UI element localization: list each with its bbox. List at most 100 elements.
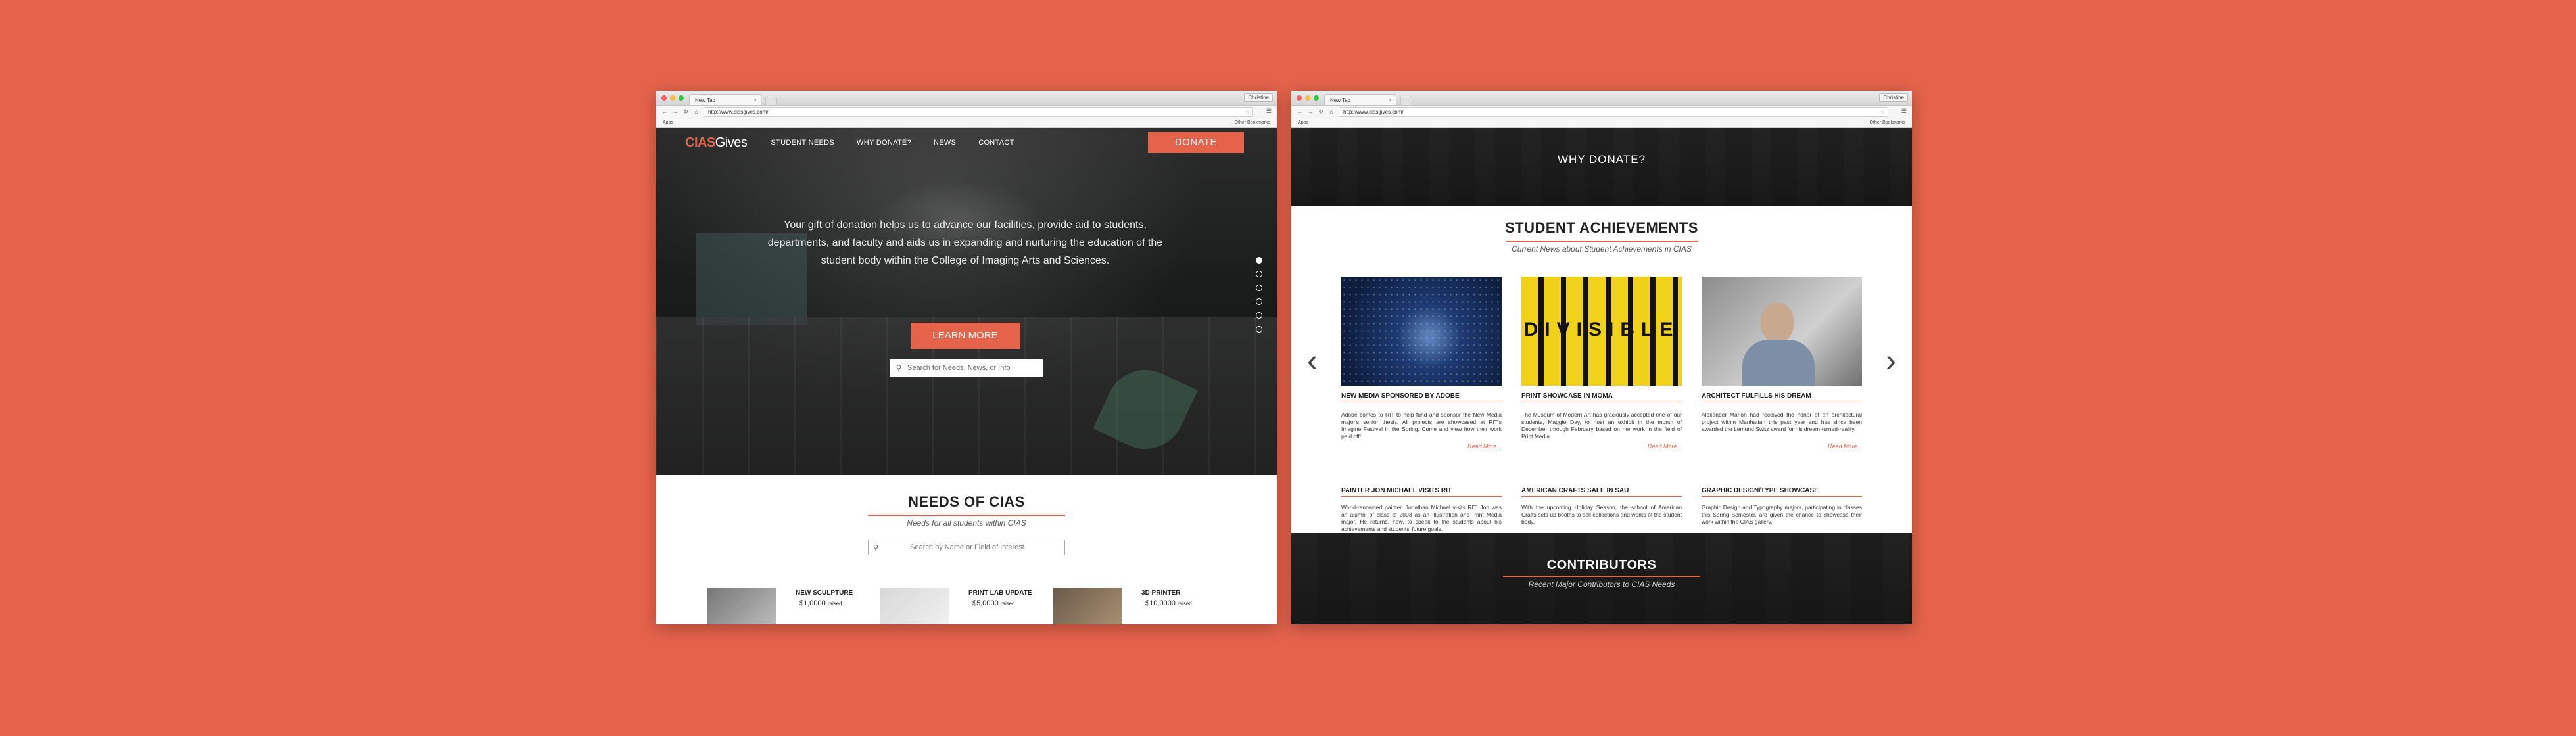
new-tab-button[interactable] [765, 97, 777, 106]
hero-search-input[interactable]: ⚲ Search for Needs, News, or Info [890, 359, 1043, 377]
maximize-window-button[interactable] [1314, 95, 1319, 101]
slide-dot[interactable] [1256, 257, 1262, 264]
need-amount-unit: raised [1000, 601, 1015, 607]
slide-dot[interactable] [1256, 285, 1262, 291]
card-body: With the upcoming Holiday Season, the sc… [1521, 504, 1682, 525]
nav-links: STUDENT NEEDS WHY DONATE? NEWS CONTACT [771, 139, 1014, 147]
portrait-body [1742, 340, 1815, 386]
card-body: World-renowned painter, Jonathan Michael… [1341, 504, 1502, 532]
tab-close-icon[interactable]: × [1389, 95, 1392, 106]
close-window-button[interactable] [661, 95, 667, 101]
why-donate-title: WHY DONATE? [1557, 153, 1646, 166]
hero-section: CIASGives STUDENT NEEDS WHY DONATE? NEWS… [656, 128, 1277, 475]
needs-subtitle: Needs for all students within CIAS [907, 518, 1026, 528]
browser-tab-title: New Tab [695, 97, 715, 103]
profile-button[interactable]: Christine [1879, 93, 1908, 102]
need-amount: $1,0000 raised [796, 599, 853, 607]
read-more-link[interactable]: Read More... [1702, 443, 1862, 449]
need-item[interactable]: 3D PRINTER $10,0000 raised [1053, 588, 1226, 624]
need-thumbnail [880, 588, 949, 624]
minimize-window-button[interactable] [670, 95, 675, 101]
card-title: AMERICAN CRAFTS SALE IN SAU [1521, 487, 1629, 494]
tab-close-icon[interactable]: × [753, 95, 757, 106]
slide-dot[interactable] [1256, 326, 1262, 333]
site-logo[interactable]: CIASGives [685, 135, 748, 150]
title-underline [1506, 241, 1698, 242]
close-window-button[interactable] [1297, 95, 1302, 101]
browser-tabbar: New Tab × Christine [656, 91, 1277, 106]
carousel-prev-arrow-icon[interactable]: ‹ [1307, 343, 1318, 379]
achievement-card[interactable]: NEW MEDIA SPONSORED BY ADOBE Adobe comes… [1341, 277, 1502, 449]
card-title: ARCHITECT FULFILLS HIS DREAM [1702, 392, 1811, 400]
browser-toolbar: ← → ↻ ⌂ http://www.ciasgives.com/ ☆ ☰ [1291, 106, 1912, 118]
need-amount-unit: raised [827, 601, 842, 607]
read-more-link[interactable]: Read More... [1521, 443, 1682, 449]
maximize-window-button[interactable] [679, 95, 684, 101]
back-icon[interactable]: ← [1297, 108, 1303, 115]
browser-tab[interactable]: New Tab × [689, 94, 761, 105]
profile-button[interactable]: Christine [1244, 93, 1273, 102]
minimize-window-button[interactable] [1305, 95, 1310, 101]
bookmark-star-icon[interactable]: ☆ [1245, 108, 1250, 116]
logo-part-gives: Gives [715, 135, 748, 150]
need-thumbnail [707, 588, 776, 624]
need-amount-value: $5,0000 [972, 599, 999, 607]
address-bar[interactable]: http://www.ciasgives.com/ ☆ [704, 106, 1253, 117]
need-item[interactable]: NEW SCULPTURE $1,0000 raised [707, 588, 880, 624]
card-title: NEW MEDIA SPONSORED BY ADOBE [1341, 392, 1460, 400]
logo-part-cias: CIAS [685, 135, 715, 150]
home-icon[interactable]: ⌂ [1328, 108, 1335, 115]
search-icon: ⚲ [872, 543, 879, 552]
contributors-section: CONTRIBUTORS Recent Major Contributors t… [1291, 533, 1912, 624]
new-tab-button[interactable] [1400, 97, 1412, 106]
achievement-card[interactable]: DIVISIBLE PRINT SHOWCASE IN MOMA The Mus… [1521, 277, 1682, 449]
card-divider [1341, 496, 1502, 497]
achievements-section: STUDENT ACHIEVEMENTS Current News about … [1291, 206, 1912, 557]
forward-icon[interactable]: → [672, 108, 679, 115]
achievements-title: STUDENT ACHIEVEMENTS [1505, 219, 1698, 236]
learn-more-button[interactable]: LEARN MORE [911, 323, 1020, 349]
apps-bookmark[interactable]: Apps [663, 120, 673, 125]
portrait-head [1761, 303, 1794, 342]
browser-menu-icon[interactable]: ☰ [1901, 108, 1907, 115]
need-title: 3D PRINTER [1141, 589, 1181, 597]
back-icon[interactable]: ← [661, 108, 668, 115]
slide-dot[interactable] [1256, 298, 1262, 305]
forward-icon[interactable]: → [1307, 108, 1314, 115]
need-amount: $5,0000 raised [968, 599, 1032, 607]
card-image-projection [1341, 277, 1502, 386]
card-image-divisible: DIVISIBLE [1521, 277, 1682, 386]
card-title: PAINTER JON MICHAEL VISITS RIT [1341, 487, 1452, 494]
nav-why-donate[interactable]: WHY DONATE? [857, 139, 911, 147]
browser-menu-icon[interactable]: ☰ [1266, 108, 1272, 115]
read-more-link[interactable]: Read More... [1341, 443, 1502, 449]
title-underline [868, 515, 1065, 516]
needs-search-placeholder: Search by Name or Field of Interest [910, 543, 1024, 551]
address-bar[interactable]: http://www.ciasgives.com/ ☆ [1339, 106, 1888, 117]
other-bookmarks[interactable]: Other Bookmarks [1235, 118, 1270, 127]
bookmarks-bar: Apps Other Bookmarks [656, 118, 1277, 128]
reload-icon[interactable]: ↻ [1318, 108, 1324, 116]
browser-window-why-donate: New Tab × Christine ← → ↻ ⌂ http://www.c… [1291, 91, 1912, 624]
nav-news[interactable]: NEWS [934, 139, 956, 147]
apps-bookmark[interactable]: Apps [1298, 120, 1308, 125]
browser-tab[interactable]: New Tab × [1324, 94, 1396, 105]
nav-contact[interactable]: CONTACT [978, 139, 1014, 147]
carousel-next-arrow-icon[interactable]: › [1886, 343, 1896, 379]
need-title: NEW SCULPTURE [796, 589, 853, 597]
home-icon[interactable]: ⌂ [693, 108, 700, 115]
achievement-card[interactable]: ARCHITECT FULFILLS HIS DREAM Alexander M… [1702, 277, 1862, 449]
nav-student-needs[interactable]: STUDENT NEEDS [771, 139, 834, 147]
card-title: GRAPHIC DESIGN/TYPE SHOWCASE [1702, 487, 1819, 494]
donate-button[interactable]: DONATE [1148, 132, 1244, 153]
other-bookmarks[interactable]: Other Bookmarks [1870, 118, 1905, 127]
needs-search-input[interactable]: ⚲ Search by Name or Field of Interest [868, 540, 1065, 555]
slide-dot[interactable] [1256, 271, 1262, 277]
need-amount-value: $10,0000 [1145, 599, 1176, 607]
reload-icon[interactable]: ↻ [682, 108, 689, 116]
needs-list: NEW SCULPTURE $1,0000 raised PRINT LAB U… [707, 588, 1226, 624]
slide-dot[interactable] [1256, 312, 1262, 319]
need-item[interactable]: PRINT LAB UPDATE $5,0000 raised [880, 588, 1053, 624]
bookmark-star-icon[interactable]: ☆ [1880, 108, 1885, 116]
card-body: The Museum of Modern Art has graciously … [1521, 411, 1682, 440]
